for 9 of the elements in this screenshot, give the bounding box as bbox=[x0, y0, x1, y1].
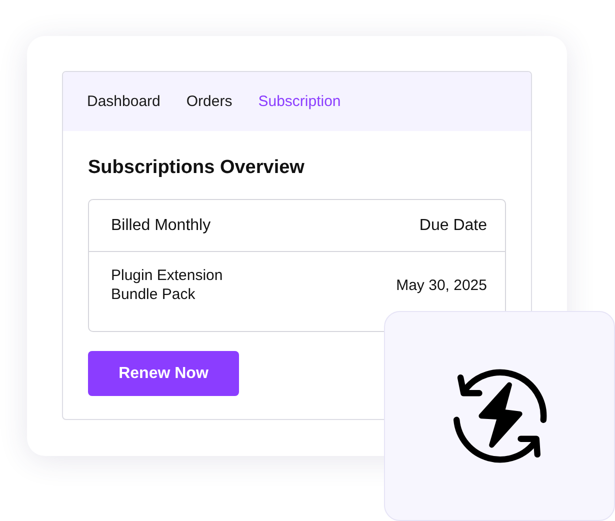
table-cell: May 30, 2025 bbox=[396, 276, 487, 294]
tab[interactable]: Subscription bbox=[258, 93, 341, 110]
tab[interactable]: Dashboard bbox=[87, 93, 160, 110]
tab[interactable]: Orders bbox=[186, 93, 232, 110]
section-title: Subscriptions Overview bbox=[88, 157, 306, 179]
renew-button[interactable]: Renew Now bbox=[88, 351, 239, 396]
table-cell: Plugin Extension Bundle Pack bbox=[111, 266, 223, 304]
column-header: Due Date bbox=[419, 216, 487, 234]
column-header: Billed Monthly bbox=[111, 216, 211, 234]
